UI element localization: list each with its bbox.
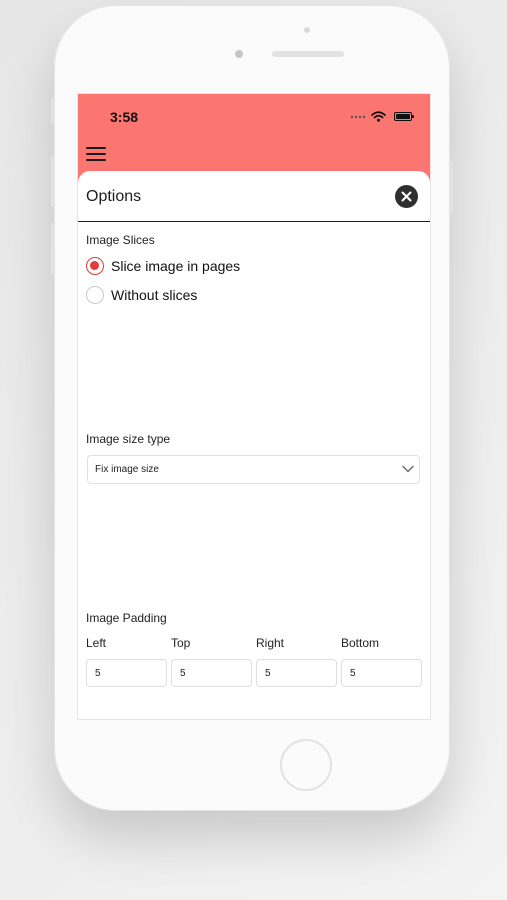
app-screen: 3:58 Options Image Slices Slice image in… xyxy=(78,94,430,719)
image-padding-label: Image Padding xyxy=(86,611,167,625)
battery-icon xyxy=(394,112,414,121)
close-icon xyxy=(401,191,412,202)
status-icons xyxy=(350,111,414,123)
front-camera xyxy=(235,50,243,58)
power-button xyxy=(449,161,453,213)
padding-right-input[interactable]: 5 xyxy=(256,659,337,687)
sheet-header: Options xyxy=(78,171,430,222)
earpiece-speaker xyxy=(272,51,344,57)
hamburger-menu-icon[interactable] xyxy=(86,147,106,161)
input-value: 5 xyxy=(350,668,356,679)
image-size-type-select[interactable]: Fix image size xyxy=(87,455,420,484)
select-value: Fix image size xyxy=(95,464,159,475)
radio-slice-image-in-pages[interactable]: Slice image in pages xyxy=(86,256,286,276)
signal-dots-icon xyxy=(350,115,366,119)
padding-right-label: Right xyxy=(256,636,285,650)
radio-unselected-icon xyxy=(86,286,104,304)
options-sheet: Options Image Slices Slice image in page… xyxy=(78,171,430,719)
input-value: 5 xyxy=(180,668,186,679)
wifi-icon xyxy=(371,111,386,122)
sheet-title: Options xyxy=(86,188,142,205)
radio-without-slices[interactable]: Without slices xyxy=(86,285,286,305)
padding-top-label: Top xyxy=(171,636,191,650)
volume-up-button xyxy=(51,155,55,207)
padding-left-input[interactable]: 5 xyxy=(86,659,167,687)
input-value: 5 xyxy=(95,668,101,679)
padding-bottom-input[interactable]: 5 xyxy=(341,659,422,687)
padding-top-input[interactable]: 5 xyxy=(171,659,252,687)
radio-label: Slice image in pages xyxy=(111,258,241,274)
padding-bottom-label: Bottom xyxy=(341,636,380,650)
home-button[interactable] xyxy=(280,739,332,791)
volume-down-button xyxy=(51,223,55,275)
padding-left-label: Left xyxy=(86,636,107,650)
proximity-sensor xyxy=(304,27,310,33)
radio-label: Without slices xyxy=(111,287,198,303)
image-slices-label: Image Slices xyxy=(86,233,155,247)
status-time: 3:58 xyxy=(110,109,139,125)
close-button[interactable] xyxy=(395,185,418,208)
image-size-type-label: Image size type xyxy=(86,432,171,446)
chevron-down-icon xyxy=(402,465,414,473)
mute-switch xyxy=(51,97,55,125)
radio-selected-icon xyxy=(86,257,104,275)
input-value: 5 xyxy=(265,668,271,679)
